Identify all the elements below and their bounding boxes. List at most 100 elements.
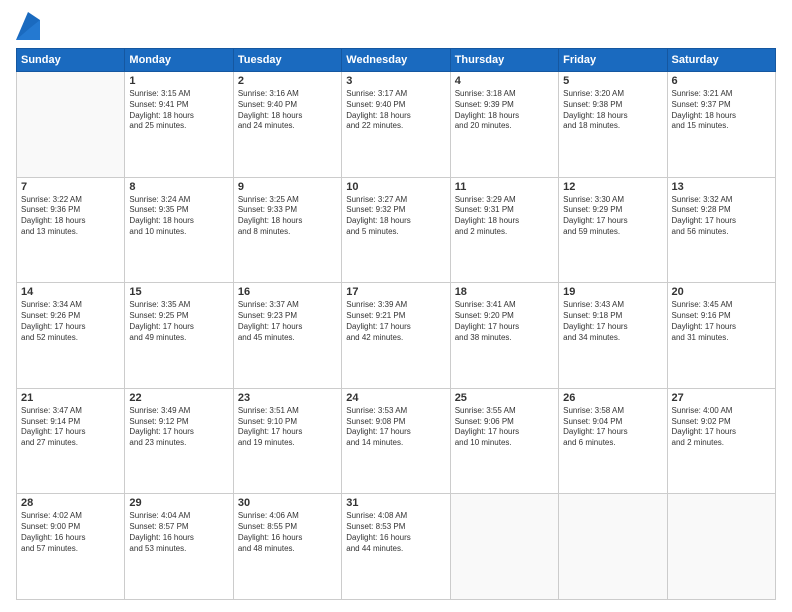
cell-w3-d7: 20 Sunrise: 3:45 AM Sunset: 9:16 PM Dayli… <box>667 283 775 389</box>
cell-w3-d3: 16Sunrise: 3:37 AM Sunset: 9:23 PM Dayli… <box>233 283 341 389</box>
cell-info: Sunrise: 3:45 AM Sunset: 9:16 PM Dayligh… <box>672 300 771 343</box>
day-number: 3 <box>346 75 445 87</box>
cell-w1-d5: 4Sunrise: 3:18 AM Sunset: 9:39 PM Daylig… <box>450 72 558 178</box>
logo <box>16 12 42 40</box>
cell-w2-d2: 8 Sunrise: 3:24 AM Sunset: 9:35 PM Daylig… <box>125 177 233 283</box>
cell-w3-d4: 17 Sunrise: 3:39 AM Sunset: 9:21 PM Dayli… <box>342 283 450 389</box>
cell-info: Sunrise: 3:15 AM Sunset: 9:41 PM Dayligh… <box>129 89 228 132</box>
cell-w4-d1: 21 Sunrise: 3:47 AM Sunset: 9:14 PM Dayli… <box>17 388 125 494</box>
cell-info: Sunrise: 3:53 AM Sunset: 9:08 PM Dayligh… <box>346 406 445 449</box>
header-row: Sunday Monday Tuesday Wednesday Thursday… <box>17 49 776 72</box>
cell-w5-d4: 31 Sunrise: 4:08 AM Sunset: 8:53 PM Dayli… <box>342 494 450 600</box>
cell-w2-d7: 13Sunrise: 3:32 AM Sunset: 9:28 PM Dayli… <box>667 177 775 283</box>
cell-info: Sunrise: 3:17 AM Sunset: 9:40 PM Dayligh… <box>346 89 445 132</box>
week-row-1: 1Sunrise: 3:15 AM Sunset: 9:41 PM Daylig… <box>17 72 776 178</box>
cell-w4-d5: 25 Sunrise: 3:55 AM Sunset: 9:06 PM Dayli… <box>450 388 558 494</box>
day-number: 15 <box>129 286 228 298</box>
week-row-2: 7 Sunrise: 3:22 AM Sunset: 9:36 PM Daylig… <box>17 177 776 283</box>
cell-info: Sunrise: 4:06 AM Sunset: 8:55 PM Dayligh… <box>238 511 337 554</box>
cell-w1-d4: 3 Sunrise: 3:17 AM Sunset: 9:40 PM Daylig… <box>342 72 450 178</box>
cell-w3-d2: 15 Sunrise: 3:35 AM Sunset: 9:25 PM Dayli… <box>125 283 233 389</box>
day-number: 18 <box>455 286 554 298</box>
cell-w1-d3: 2 Sunrise: 3:16 AM Sunset: 9:40 PM Daylig… <box>233 72 341 178</box>
day-number: 4 <box>455 75 554 87</box>
cell-info: Sunrise: 3:21 AM Sunset: 9:37 PM Dayligh… <box>672 89 771 132</box>
cell-w5-d1: 28Sunrise: 4:02 AM Sunset: 9:00 PM Dayli… <box>17 494 125 600</box>
cell-info: Sunrise: 3:41 AM Sunset: 9:20 PM Dayligh… <box>455 300 554 343</box>
cell-w2-d4: 10Sunrise: 3:27 AM Sunset: 9:32 PM Dayli… <box>342 177 450 283</box>
day-number: 30 <box>238 497 337 509</box>
cell-info: Sunrise: 3:24 AM Sunset: 9:35 PM Dayligh… <box>129 195 228 238</box>
cell-info: Sunrise: 3:47 AM Sunset: 9:14 PM Dayligh… <box>21 406 120 449</box>
day-number: 24 <box>346 392 445 404</box>
day-number: 9 <box>238 181 337 193</box>
cell-w2-d1: 7 Sunrise: 3:22 AM Sunset: 9:36 PM Daylig… <box>17 177 125 283</box>
day-number: 14 <box>21 286 120 298</box>
col-tuesday: Tuesday <box>233 49 341 72</box>
cell-w4-d6: 26Sunrise: 3:58 AM Sunset: 9:04 PM Dayli… <box>559 388 667 494</box>
cell-info: Sunrise: 3:39 AM Sunset: 9:21 PM Dayligh… <box>346 300 445 343</box>
day-number: 21 <box>21 392 120 404</box>
cell-w3-d5: 18 Sunrise: 3:41 AM Sunset: 9:20 PM Dayli… <box>450 283 558 389</box>
cell-w3-d1: 14 Sunrise: 3:34 AM Sunset: 9:26 PM Dayli… <box>17 283 125 389</box>
day-number: 29 <box>129 497 228 509</box>
day-number: 17 <box>346 286 445 298</box>
day-number: 6 <box>672 75 771 87</box>
day-number: 12 <box>563 181 662 193</box>
day-number: 25 <box>455 392 554 404</box>
cell-info: Sunrise: 3:25 AM Sunset: 9:33 PM Dayligh… <box>238 195 337 238</box>
cell-info: Sunrise: 3:22 AM Sunset: 9:36 PM Dayligh… <box>21 195 120 238</box>
cell-w1-d7: 6 Sunrise: 3:21 AM Sunset: 9:37 PM Daylig… <box>667 72 775 178</box>
day-number: 20 <box>672 286 771 298</box>
day-number: 22 <box>129 392 228 404</box>
day-number: 16 <box>238 286 337 298</box>
page: Sunday Monday Tuesday Wednesday Thursday… <box>0 0 792 612</box>
cell-w5-d2: 29 Sunrise: 4:04 AM Sunset: 8:57 PM Dayli… <box>125 494 233 600</box>
cell-info: Sunrise: 3:43 AM Sunset: 9:18 PM Dayligh… <box>563 300 662 343</box>
cell-w5-d3: 30 Sunrise: 4:06 AM Sunset: 8:55 PM Dayli… <box>233 494 341 600</box>
cell-info: Sunrise: 3:51 AM Sunset: 9:10 PM Dayligh… <box>238 406 337 449</box>
cell-info: Sunrise: 4:04 AM Sunset: 8:57 PM Dayligh… <box>129 511 228 554</box>
week-row-4: 21 Sunrise: 3:47 AM Sunset: 9:14 PM Dayli… <box>17 388 776 494</box>
cell-w1-d2: 1Sunrise: 3:15 AM Sunset: 9:41 PM Daylig… <box>125 72 233 178</box>
cell-info: Sunrise: 4:02 AM Sunset: 9:00 PM Dayligh… <box>21 511 120 554</box>
cell-info: Sunrise: 3:29 AM Sunset: 9:31 PM Dayligh… <box>455 195 554 238</box>
cell-info: Sunrise: 4:08 AM Sunset: 8:53 PM Dayligh… <box>346 511 445 554</box>
calendar-table: Sunday Monday Tuesday Wednesday Thursday… <box>16 48 776 600</box>
day-number: 27 <box>672 392 771 404</box>
cell-w5-d6 <box>559 494 667 600</box>
cell-info: Sunrise: 3:35 AM Sunset: 9:25 PM Dayligh… <box>129 300 228 343</box>
day-number: 19 <box>563 286 662 298</box>
cell-w4-d2: 22 Sunrise: 3:49 AM Sunset: 9:12 PM Dayli… <box>125 388 233 494</box>
day-number: 2 <box>238 75 337 87</box>
day-number: 8 <box>129 181 228 193</box>
cell-info: Sunrise: 3:55 AM Sunset: 9:06 PM Dayligh… <box>455 406 554 449</box>
day-number: 11 <box>455 181 554 193</box>
cell-info: Sunrise: 3:20 AM Sunset: 9:38 PM Dayligh… <box>563 89 662 132</box>
cell-w1-d1 <box>17 72 125 178</box>
cell-w4-d3: 23 Sunrise: 3:51 AM Sunset: 9:10 PM Dayli… <box>233 388 341 494</box>
cell-info: Sunrise: 3:27 AM Sunset: 9:32 PM Dayligh… <box>346 195 445 238</box>
cell-info: Sunrise: 3:32 AM Sunset: 9:28 PM Dayligh… <box>672 195 771 238</box>
cell-w2-d6: 12 Sunrise: 3:30 AM Sunset: 9:29 PM Dayli… <box>559 177 667 283</box>
col-thursday: Thursday <box>450 49 558 72</box>
col-friday: Friday <box>559 49 667 72</box>
cell-w3-d6: 19 Sunrise: 3:43 AM Sunset: 9:18 PM Dayli… <box>559 283 667 389</box>
day-number: 7 <box>21 181 120 193</box>
cell-w2-d3: 9 Sunrise: 3:25 AM Sunset: 9:33 PM Daylig… <box>233 177 341 283</box>
cell-info: Sunrise: 3:16 AM Sunset: 9:40 PM Dayligh… <box>238 89 337 132</box>
day-number: 5 <box>563 75 662 87</box>
cell-info: Sunrise: 3:49 AM Sunset: 9:12 PM Dayligh… <box>129 406 228 449</box>
cell-w1-d6: 5 Sunrise: 3:20 AM Sunset: 9:38 PM Daylig… <box>559 72 667 178</box>
col-saturday: Saturday <box>667 49 775 72</box>
col-wednesday: Wednesday <box>342 49 450 72</box>
col-sunday: Sunday <box>17 49 125 72</box>
cell-info: Sunrise: 4:00 AM Sunset: 9:02 PM Dayligh… <box>672 406 771 449</box>
header <box>16 12 776 40</box>
day-number: 31 <box>346 497 445 509</box>
cell-info: Sunrise: 3:30 AM Sunset: 9:29 PM Dayligh… <box>563 195 662 238</box>
week-row-3: 14 Sunrise: 3:34 AM Sunset: 9:26 PM Dayli… <box>17 283 776 389</box>
cell-w5-d5 <box>450 494 558 600</box>
cell-info: Sunrise: 3:34 AM Sunset: 9:26 PM Dayligh… <box>21 300 120 343</box>
day-number: 23 <box>238 392 337 404</box>
